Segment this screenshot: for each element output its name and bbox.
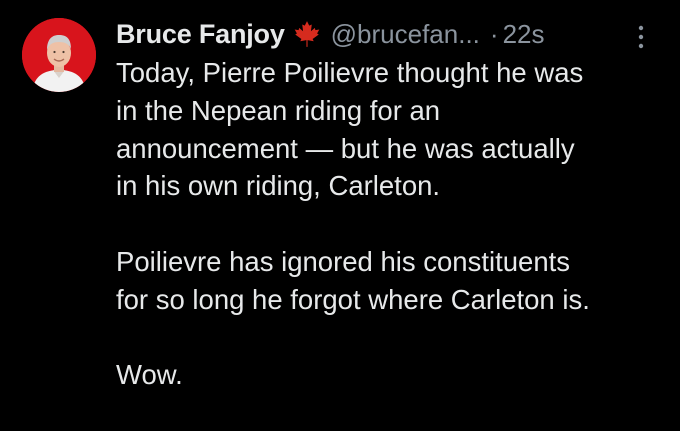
- text-line: Today, Pierre Poilievre thought he was: [116, 57, 584, 88]
- tweet-text: Today, Pierre Poilievre thought he was i…: [116, 54, 666, 394]
- timestamp[interactable]: 22s: [503, 19, 545, 50]
- more-options-icon[interactable]: [636, 24, 646, 50]
- avatar-portrait: [22, 18, 96, 92]
- text-line: announcement — but he was actually: [116, 132, 575, 164]
- tweet-paragraph: Today, Pierre Poilievre thought he was i…: [116, 54, 666, 205]
- tweet-paragraph: Poilievre has ignored his constituents f…: [116, 243, 666, 319]
- maple-leaf-icon: [293, 20, 321, 48]
- author-display-name[interactable]: Bruce Fanjoy: [116, 19, 285, 50]
- text-line: Poilievre has ignored his constituents: [116, 245, 571, 277]
- tweet-header: Bruce Fanjoy @brucefan... · 22s: [116, 14, 545, 54]
- text-line: for so long he forgot where Carleton is.: [116, 283, 590, 315]
- avatar[interactable]: [22, 18, 96, 92]
- tweet-paragraph: Wow.: [116, 356, 666, 394]
- author-handle[interactable]: @brucefan...: [331, 19, 480, 50]
- tweet[interactable]: Bruce Fanjoy @brucefan... · 22s Today, P…: [0, 0, 680, 431]
- text-line: in his own riding, Carleton.: [116, 170, 441, 202]
- text-line: Wow.: [116, 359, 183, 391]
- text-line: in the Nepean riding for an: [116, 94, 441, 126]
- time-separator: ·: [489, 18, 499, 49]
